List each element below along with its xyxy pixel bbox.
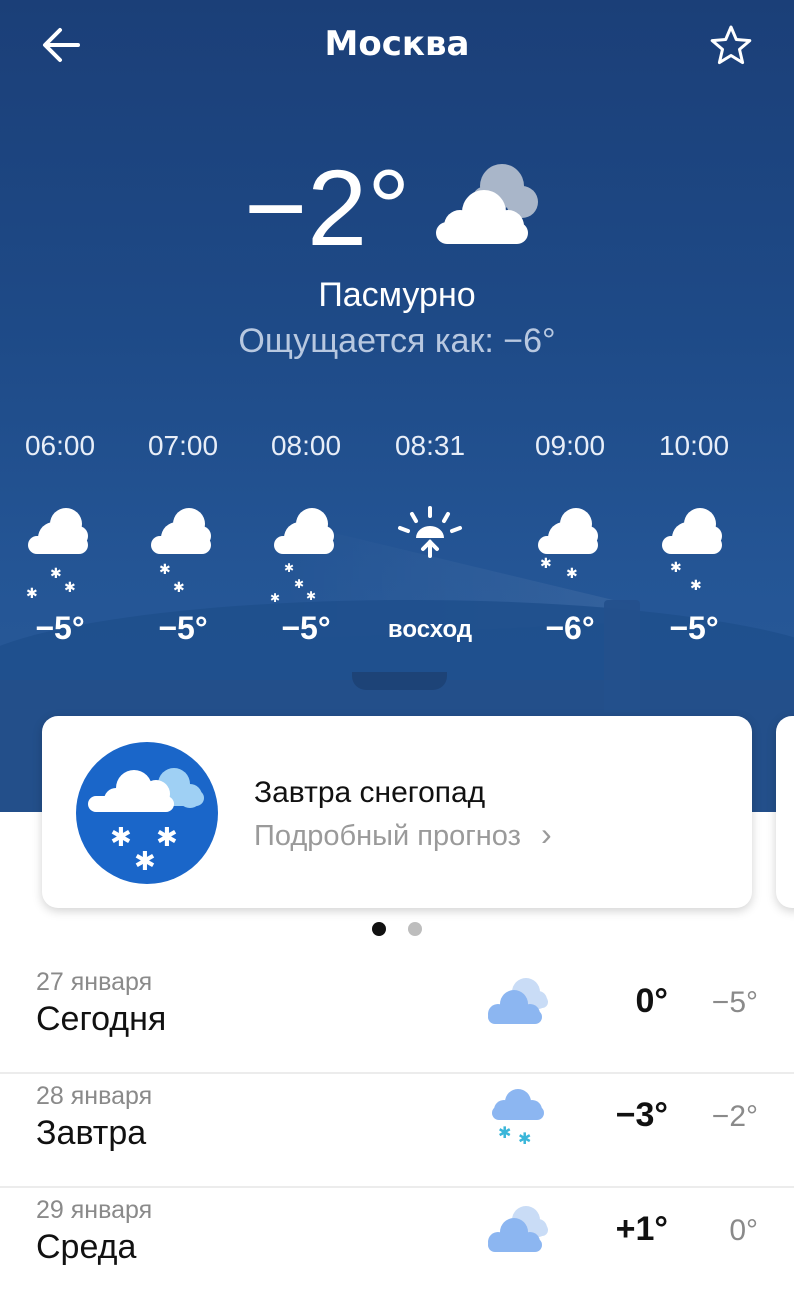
sunrise-label: восход [387,616,473,643]
indicator-dot-active [372,922,386,936]
daily-name: Среда [36,1228,137,1266]
hourly-time: 09:00 [534,430,606,461]
hourly-item[interactable]: 08:00 ✱ ✱ ✱ ✱ −5° [246,430,366,647]
hourly-item[interactable]: 10:00 ✱ ✱ −5° [634,430,754,647]
cloud-snow-icon: ✱✱✱ [26,508,88,602]
star-outline-icon[interactable] [708,22,754,68]
daily-row[interactable]: 28 января Завтра ✱ ✱ −3° −2° [0,1072,794,1188]
detailed-forecast-link[interactable]: Подробный прогноз [254,820,521,852]
svg-text:✱: ✱ [159,562,171,578]
hourly-item[interactable]: 07:00 ✱ ✱ −5° [123,430,243,647]
svg-text:✱: ✱ [518,1129,531,1146]
svg-text:✱: ✱ [670,560,682,576]
cloud-snow-icon: ✱✱ [151,508,211,596]
hourly-time: 08:00 [270,430,342,461]
cloudy-icon [488,978,548,1024]
cloud-snow-icon: ✱✱✱✱ [270,508,334,604]
hourly-temp: −5° [35,610,85,646]
daily-low: −2° [711,1100,758,1133]
daily-date: 27 января [36,968,153,996]
svg-text:✱: ✱ [294,577,304,591]
svg-text:✱: ✱ [156,823,178,853]
svg-text:✱: ✱ [566,566,578,582]
overcast-cloud-icon [432,160,544,250]
carousel-indicator [372,922,432,938]
daily-low: −5° [711,986,758,1019]
hourly-temp: −6° [545,610,595,646]
hourly-temp: −5° [669,610,719,646]
cloud-snow-icon: ✱✱ [492,1089,544,1146]
hourly-time: 06:00 [24,430,96,461]
top-bar: Москва [0,0,794,90]
hourly-time: 10:00 [658,430,730,461]
snowfall-alert-card[interactable]: ✱ ✱ ✱ Завтра снегопад Подробный прогноз › [42,716,752,908]
daily-row[interactable]: 29 января Среда +1° 0° [0,1186,794,1300]
snowfall-icon: ✱ ✱✱ [76,742,218,884]
hourly-item[interactable]: 08:31 восход [370,430,490,644]
svg-text:✱: ✱ [284,561,294,575]
weather-hero [0,0,794,812]
daily-name: Завтра [36,1114,147,1152]
indicator-dot [408,922,422,936]
svg-text:✱: ✱ [134,847,156,877]
daily-row[interactable]: 27 января Сегодня 0° −5° [0,958,794,1074]
alert-subtitle[interactable]: Подробный прогноз › [254,816,552,853]
cloudy-icon [488,1206,548,1252]
next-card-peek[interactable] [776,716,794,908]
cloud-snow-icon: ✱✱ [662,508,722,594]
feels-like: Ощущается как: −6° [238,322,556,360]
svg-text:✱: ✱ [110,823,132,853]
hourly-item[interactable]: 06:00 ✱ ✱ ✱ −5° [0,430,120,647]
ship-silhouette [352,672,447,690]
daily-high: −3° [615,1096,668,1134]
svg-text:✱: ✱ [64,580,76,596]
daily-date: 28 января [36,1082,153,1110]
hourly-temp: −5° [281,610,331,646]
svg-text:✱: ✱ [690,578,702,594]
hourly-time: 07:00 [147,430,219,461]
daily-low: 0° [729,1214,758,1247]
current-temperature: −2° [244,147,411,268]
hourly-temp: −5° [158,610,208,646]
svg-text:✱: ✱ [270,591,280,604]
current-condition: Пасмурно [318,276,476,314]
hourly-time: 08:31 [394,430,466,461]
svg-text:✱: ✱ [173,580,185,596]
chevron-right-icon: › [540,816,552,852]
daily-high: +1° [615,1210,668,1248]
daily-date: 29 января [36,1196,153,1224]
daily-high: 0° [635,982,668,1020]
svg-text:✱: ✱ [50,566,62,582]
alert-title: Завтра снегопад [254,776,486,809]
svg-text:✱: ✱ [306,589,316,603]
svg-text:✱: ✱ [540,556,552,572]
city-title: Москва [324,24,470,64]
svg-text:✱: ✱ [26,586,38,602]
hourly-item[interactable]: 09:00 ✱ ✱ −6° [510,430,630,647]
svg-text:✱: ✱ [498,1123,511,1142]
cloud-snow-icon: ✱✱ [538,508,598,582]
daily-name: Сегодня [36,1000,167,1038]
sunrise-icon [398,506,462,558]
